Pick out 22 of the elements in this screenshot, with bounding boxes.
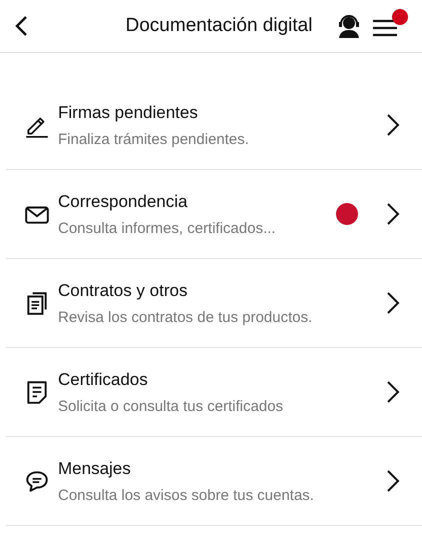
chevron-icon: [386, 291, 400, 315]
chevron-icon: [386, 469, 400, 493]
menu-icon[interactable]: [372, 17, 398, 39]
item-title: Contratos y otros: [58, 280, 188, 300]
item-description: Consulta informes, certificados...: [58, 220, 277, 236]
item-description: Consulta los avisos sobre tus cuentas.: [58, 486, 315, 504]
page-title: Documentación digital: [124, 15, 314, 37]
chevron-icon: [386, 113, 400, 137]
item-description: Revisa los contratos de tus productos.: [58, 308, 314, 326]
chevron-icon: [386, 202, 400, 226]
chevron-icon: [386, 380, 400, 404]
item-title: Firmas pendientes: [58, 102, 199, 122]
item-description: Finaliza trámites pendientes.: [58, 130, 250, 148]
item-title: Certificados: [58, 370, 149, 390]
menu-item[interactable]: Firmas pendientes Finaliza trámites pendientes.: [6, 81, 422, 170]
menu-item[interactable]: Contratos y otros Revisa los contratos de tus productos.: [6, 259, 422, 348]
menu-item[interactable]: Correspondencia Consulta informes, certificados...: [6, 170, 422, 259]
menu-item[interactable]: Certificados Solicita o consulta tus certificados: [6, 348, 422, 437]
item-title: Correspondencia: [58, 192, 188, 212]
item-title: Mensajes: [58, 458, 132, 478]
item-description: Solicita o consulta tus certificados: [58, 398, 284, 414]
menu-item[interactable]: Mensajes Consulta los avisos sobre tus cuentas.: [6, 437, 422, 526]
